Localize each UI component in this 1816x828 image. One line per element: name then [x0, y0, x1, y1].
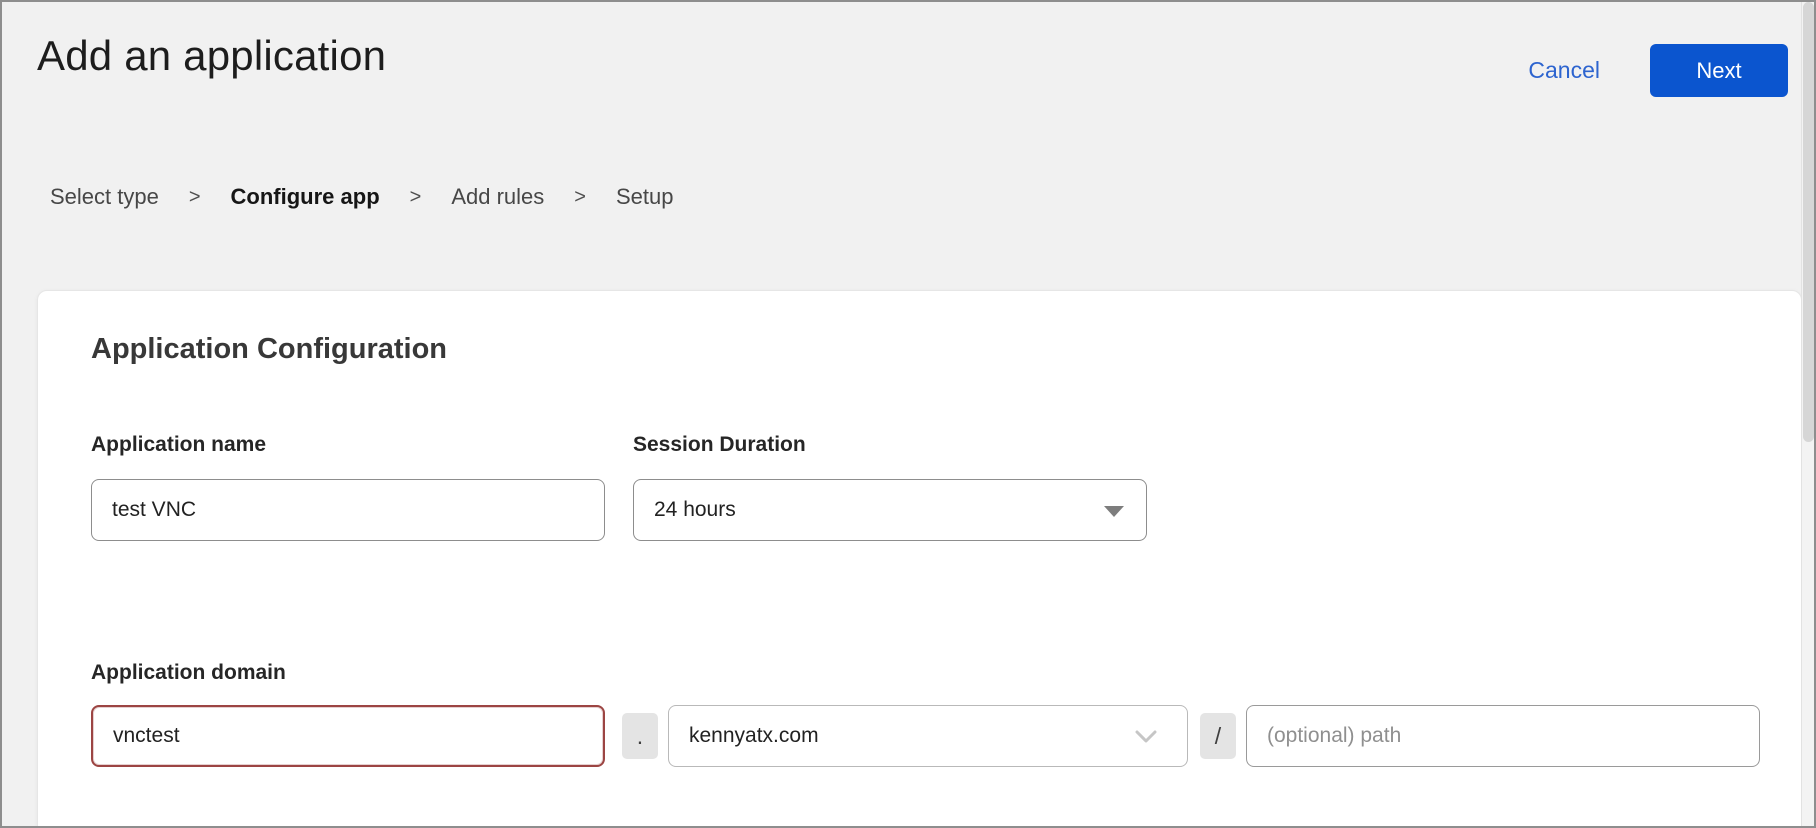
application-subdomain-input[interactable] — [91, 705, 605, 767]
domain-select-value: kennyatx.com — [689, 724, 819, 748]
application-domain-label: Application domain — [91, 661, 286, 685]
session-duration-value: 24 hours — [654, 498, 736, 522]
domain-dot-separator: . — [622, 713, 658, 759]
breadcrumb-step-select-type[interactable]: Select type — [50, 184, 159, 210]
breadcrumb-separator: > — [189, 186, 201, 209]
breadcrumb-step-add-rules[interactable]: Add rules — [451, 184, 544, 210]
chevron-down-icon — [1135, 730, 1157, 744]
breadcrumb-separator: > — [410, 186, 422, 209]
session-duration-label: Session Duration — [633, 433, 806, 457]
scrollbar[interactable] — [1801, 2, 1814, 826]
application-name-input[interactable] — [91, 479, 605, 541]
application-domain-row: . kennyatx.com / — [91, 705, 1760, 767]
application-name-label: Application name — [91, 433, 266, 457]
add-application-page: Add an application Cancel Next Select ty… — [0, 0, 1816, 828]
cancel-button[interactable]: Cancel — [1528, 57, 1600, 84]
domain-select[interactable]: kennyatx.com — [668, 705, 1188, 767]
breadcrumb: Select type > Configure app > Add rules … — [50, 184, 673, 210]
scrollbar-thumb[interactable] — [1803, 2, 1814, 442]
dropdown-caret-icon — [1104, 506, 1124, 517]
page-title: Add an application — [37, 32, 386, 80]
session-duration-select[interactable]: 24 hours — [633, 479, 1147, 541]
breadcrumb-step-setup[interactable]: Setup — [616, 184, 674, 210]
next-button[interactable]: Next — [1650, 44, 1788, 97]
section-title: Application Configuration — [91, 333, 447, 366]
application-configuration-card: Application Configuration Application na… — [37, 290, 1802, 828]
breadcrumb-separator: > — [574, 186, 586, 209]
breadcrumb-step-configure-app[interactable]: Configure app — [231, 184, 380, 210]
path-input[interactable] — [1246, 705, 1760, 767]
domain-slash-separator: / — [1200, 713, 1236, 759]
header-actions: Cancel Next — [1528, 44, 1788, 97]
